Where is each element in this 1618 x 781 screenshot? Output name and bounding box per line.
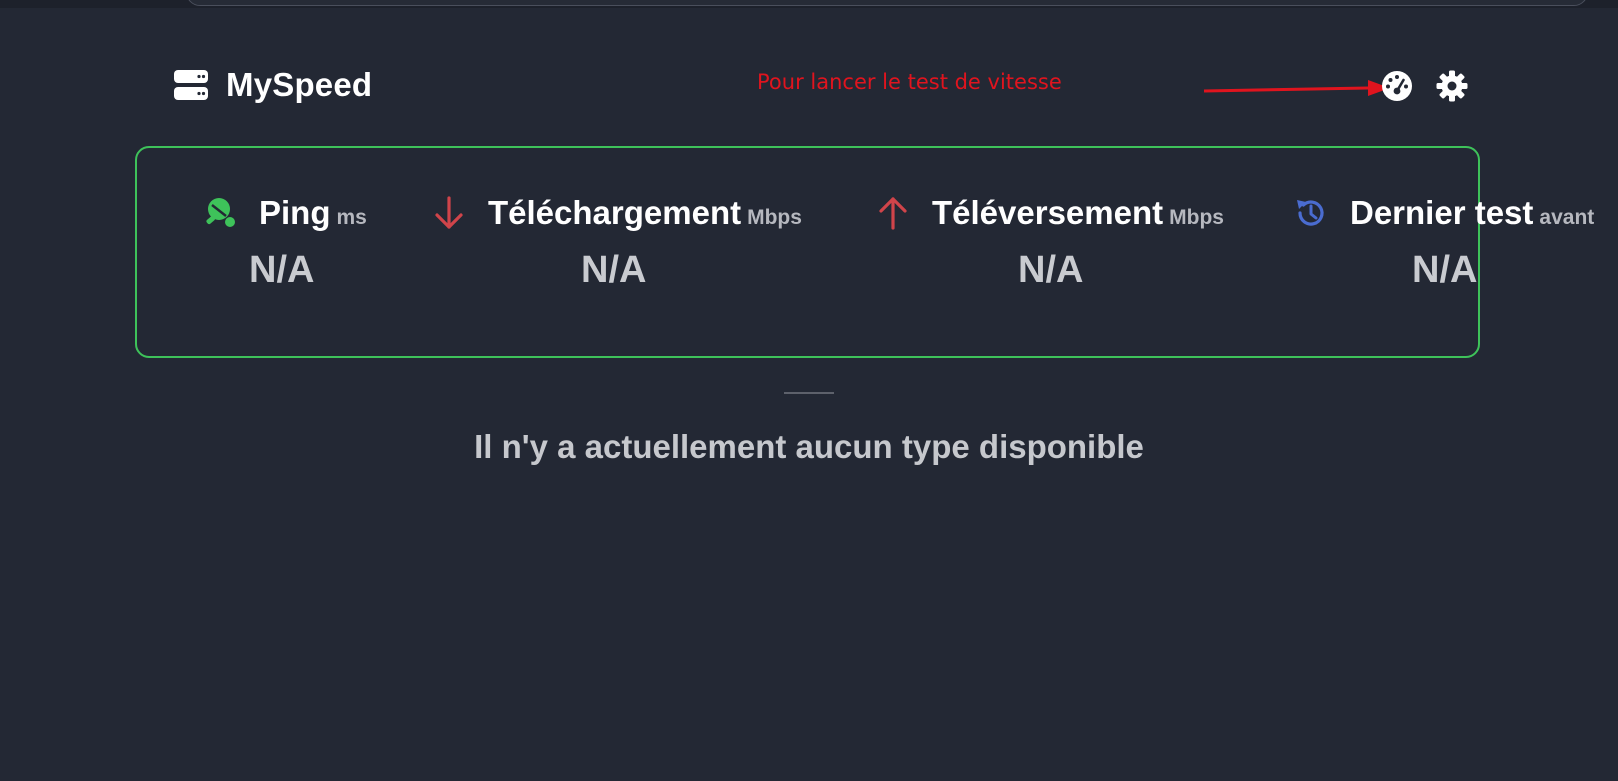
stat-ping-value: N/A — [249, 249, 315, 291]
app-title: MySpeed — [226, 66, 373, 103]
empty-state-message: Il n'y a actuellement aucun type disponi… — [474, 428, 1144, 465]
stat-last-test-label: Dernier test — [1350, 194, 1534, 231]
speedometer-icon — [1382, 71, 1412, 101]
stat-upload: Téléversement Mbps N/A — [876, 194, 1224, 291]
arrow-down-icon — [432, 196, 466, 230]
page: MySpeed Pour lancer le test de vitesse P… — [0, 0, 1618, 781]
stat-download-unit: Mbps — [747, 206, 802, 229]
stat-upload-unit: Mbps — [1169, 206, 1224, 229]
gear-icon — [1436, 70, 1468, 102]
stat-download: Téléchargement Mbps N/A — [432, 194, 802, 291]
stat-last-test: Dernier test avant N/A — [1294, 194, 1595, 291]
stat-last-test-unit: avant — [1539, 206, 1595, 229]
speedtest-button[interactable] — [1381, 70, 1413, 102]
stat-download-value: N/A — [581, 249, 647, 291]
header: MySpeed — [174, 66, 372, 104]
server-icon — [174, 69, 208, 101]
stat-ping-unit: ms — [336, 206, 367, 229]
stat-upload-label: Téléversement — [932, 194, 1164, 231]
settings-button[interactable] — [1436, 70, 1468, 102]
divider — [784, 392, 834, 394]
ping-pong-icon — [203, 196, 237, 230]
address-bar-edge — [186, 0, 1588, 6]
history-icon — [1294, 196, 1328, 230]
stat-upload-value: N/A — [1018, 249, 1084, 291]
stat-ping: Ping ms N/A — [203, 194, 367, 291]
browser-top-strip — [0, 0, 1618, 8]
annotation-arrow-icon — [1203, 80, 1390, 96]
stat-ping-label: Ping — [259, 194, 331, 231]
stat-download-label: Téléchargement — [488, 194, 742, 231]
stat-last-test-value: N/A — [1412, 249, 1478, 291]
annotation-text: Pour lancer le test de vitesse — [757, 70, 1062, 94]
stats-panel: Ping ms N/A Téléchargement Mbps N/A Télé… — [135, 146, 1594, 358]
arrow-up-icon — [876, 196, 910, 230]
